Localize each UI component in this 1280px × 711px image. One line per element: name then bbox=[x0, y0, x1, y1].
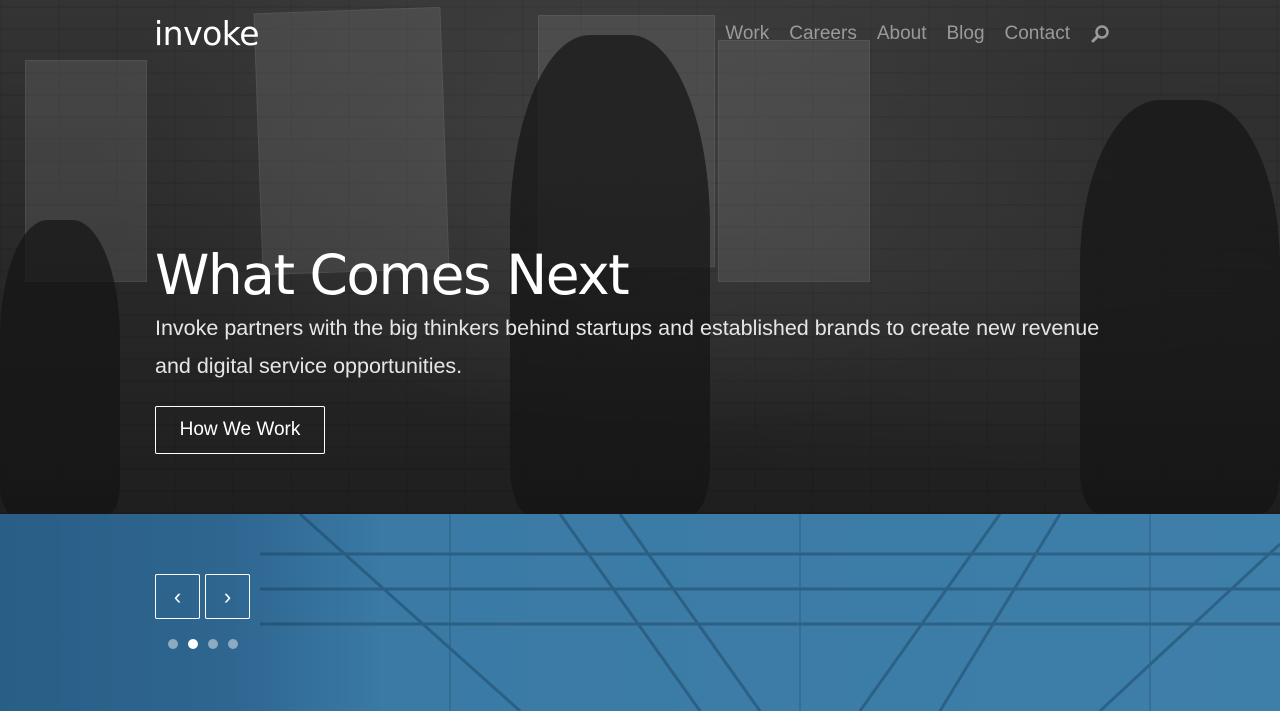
carousel-band: ‹ › bbox=[0, 514, 1280, 711]
nav-item-careers[interactable]: Careers bbox=[789, 22, 857, 46]
chevron-right-icon: › bbox=[223, 583, 232, 609]
carousel-next-button[interactable]: › bbox=[205, 574, 250, 619]
hero-description: Invoke partners with the big thinkers be… bbox=[155, 316, 1100, 378]
site-logo[interactable]: invoke bbox=[154, 12, 260, 56]
nav-item-about[interactable]: About bbox=[877, 22, 927, 46]
nav-item-blog[interactable]: Blog bbox=[946, 22, 984, 46]
carousel-dot-3[interactable] bbox=[208, 639, 218, 649]
carousel-dot-1[interactable] bbox=[168, 639, 178, 649]
carousel-dot-4[interactable] bbox=[228, 639, 238, 649]
search-icon[interactable] bbox=[1090, 24, 1110, 44]
hero-section: invoke Work Careers About Blog Contact W… bbox=[0, 0, 1280, 514]
hero-headline: What Comes Next bbox=[155, 243, 630, 307]
main-nav: Work Careers About Blog Contact bbox=[725, 22, 1110, 46]
nav-item-work[interactable]: Work bbox=[725, 22, 769, 46]
nav-item-contact[interactable]: Contact bbox=[1005, 22, 1070, 46]
carousel-dots bbox=[168, 639, 238, 649]
carousel-prev-button[interactable]: ‹ bbox=[155, 574, 200, 619]
how-we-work-button[interactable]: How We Work bbox=[155, 406, 325, 454]
chevron-left-icon: ‹ bbox=[173, 583, 182, 609]
carousel-dot-2[interactable] bbox=[188, 639, 198, 649]
